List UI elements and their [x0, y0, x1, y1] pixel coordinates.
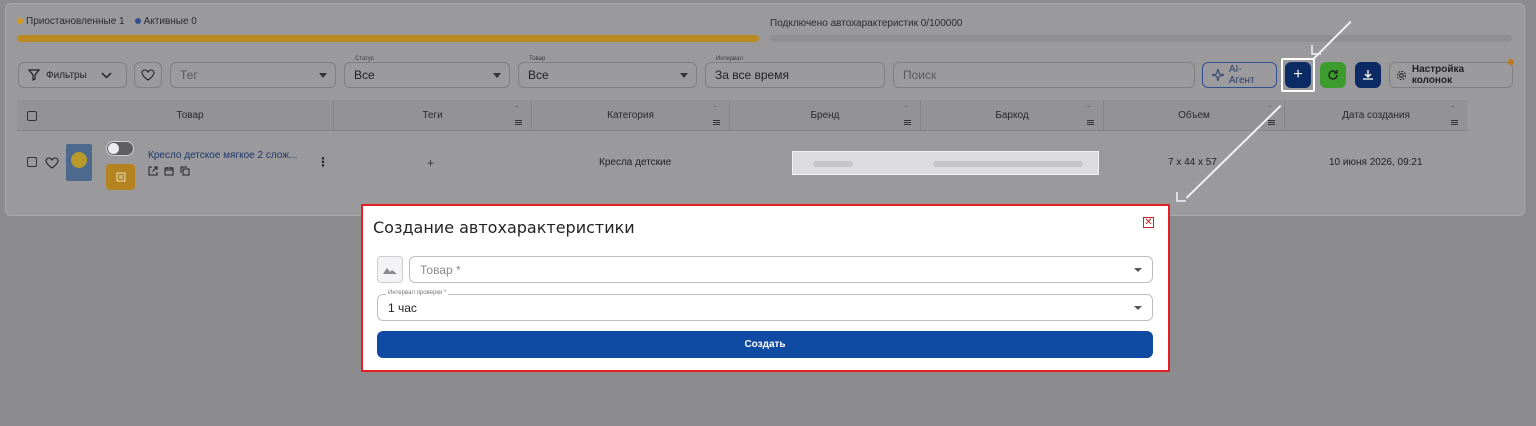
- dropdown-arrow-icon: [680, 73, 688, 78]
- paused-dot-icon: [17, 18, 23, 24]
- sparkle-icon: [1212, 69, 1224, 81]
- pause-button[interactable]: [106, 164, 135, 190]
- dropdown-arrow-icon: [319, 73, 327, 78]
- add-tag-button[interactable]: +: [427, 156, 434, 170]
- column-menu-icon[interactable]: [515, 120, 522, 125]
- close-icon[interactable]: ✕: [1143, 217, 1154, 228]
- column-menu-icon[interactable]: [1268, 120, 1275, 125]
- status-legend: Приостановленные 1 Активные 0: [17, 16, 197, 27]
- blurred-brand-barcode: [792, 151, 1099, 175]
- column-menu-icon[interactable]: [904, 120, 911, 125]
- tag-select[interactable]: Тег: [170, 62, 336, 88]
- active-status: Активные 0: [134, 16, 197, 27]
- sort-icon[interactable]: ···: [515, 104, 522, 110]
- image-icon: [383, 268, 397, 274]
- header-category[interactable]: Категория ···: [532, 100, 730, 131]
- search-input[interactable]: Поиск: [893, 62, 1195, 88]
- create-autofeature-dialog: Создание автохарактеристики ✕ Товар * Ин…: [361, 204, 1170, 372]
- sort-icon[interactable]: ···: [1087, 104, 1094, 110]
- chevron-down-icon: [101, 71, 112, 79]
- ai-agent-button[interactable]: AI-Агент: [1202, 62, 1277, 88]
- filters-button[interactable]: Фильтры: [18, 62, 127, 88]
- select-all-checkbox[interactable]: [27, 111, 37, 121]
- add-button[interactable]: +: [1285, 62, 1311, 88]
- active-toggle[interactable]: [106, 141, 134, 156]
- product-thumbnail[interactable]: [66, 144, 92, 181]
- active-dot-icon: [134, 18, 141, 24]
- connected-count: Подключено автохарактеристик 0/100000: [770, 18, 963, 29]
- row-actions: [148, 166, 190, 176]
- product-select[interactable]: Товар *: [409, 256, 1153, 283]
- notification-dot: [1508, 59, 1514, 65]
- dropdown-arrow-icon: [1134, 306, 1142, 310]
- sort-icon[interactable]: ···: [713, 104, 720, 110]
- refresh-button[interactable]: [1320, 62, 1346, 88]
- paused-status: Приостановленные 1: [17, 16, 125, 27]
- interval-field[interactable]: Интервал За все время: [705, 56, 885, 88]
- copy-icon[interactable]: [180, 166, 190, 176]
- header-product[interactable]: Товар: [47, 100, 334, 131]
- column-menu-icon[interactable]: [1451, 120, 1458, 125]
- header-tags[interactable]: Теги ···: [334, 100, 532, 131]
- header-created[interactable]: Дата создания ···: [1285, 100, 1467, 131]
- products-table: Товар Теги ··· Категория ··· Бренд ··· Барк…: [17, 100, 1511, 204]
- heart-icon: [141, 69, 155, 81]
- dropdown-arrow-icon: [1134, 268, 1142, 272]
- product-image-placeholder[interactable]: [377, 256, 403, 283]
- paused-progress-bar: [17, 35, 759, 42]
- pause-icon: [116, 172, 125, 182]
- category-cell: Кресла детские: [599, 157, 672, 168]
- download-icon: [1363, 70, 1373, 80]
- product-select[interactable]: Товар Все: [518, 56, 697, 88]
- download-button[interactable]: [1355, 62, 1381, 88]
- sort-icon[interactable]: ···: [1268, 104, 1275, 110]
- column-settings-button[interactable]: Настройка колонок: [1389, 62, 1513, 88]
- sort-icon[interactable]: ···: [1451, 104, 1458, 110]
- heart-icon[interactable]: [45, 157, 59, 169]
- favorites-button[interactable]: [134, 62, 162, 88]
- header-brand[interactable]: Бренд ···: [730, 100, 921, 131]
- check-interval-select[interactable]: Интервал проверки * 1 час: [377, 290, 1153, 321]
- sort-icon[interactable]: ···: [904, 104, 911, 110]
- connected-progress-bar: [770, 35, 1512, 42]
- dropdown-arrow-icon: [493, 73, 501, 78]
- table-header: Товар Теги ··· Категория ··· Бренд ··· Барк…: [17, 100, 1467, 131]
- refresh-icon: [1328, 70, 1338, 80]
- calendar-icon[interactable]: [164, 166, 174, 176]
- filter-icon: [28, 69, 40, 81]
- column-menu-icon[interactable]: [1087, 120, 1094, 125]
- row-menu-icon[interactable]: ⋮: [317, 155, 329, 169]
- create-button[interactable]: Создать: [377, 331, 1153, 358]
- gear-icon: [1396, 70, 1407, 80]
- header-barcode[interactable]: Баркод ···: [921, 100, 1104, 131]
- created-date-cell: 10 июня 2026, 09:21: [1329, 157, 1423, 168]
- external-link-icon[interactable]: [148, 166, 158, 176]
- status-select[interactable]: Статус Все: [344, 56, 510, 88]
- volume-cell: 7 x 44 x 57: [1168, 157, 1217, 168]
- dialog-title: Создание автохарактеристики: [373, 218, 635, 237]
- product-name-link[interactable]: Кресло детское мягкое 2 слож...: [148, 150, 297, 161]
- column-menu-icon[interactable]: [713, 120, 720, 125]
- row-checkbox[interactable]: [27, 157, 37, 167]
